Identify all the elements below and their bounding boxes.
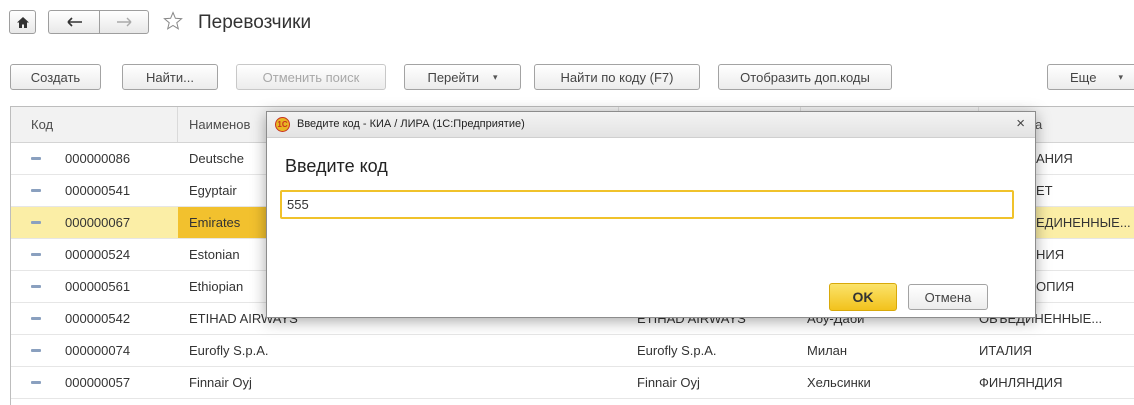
cell-country: ОПИЯ — [1036, 279, 1075, 294]
more-button[interactable]: Еще ▾ — [1047, 64, 1134, 90]
cell-code: 000000074 — [65, 343, 131, 358]
column-header-code[interactable]: Код — [11, 107, 178, 142]
cell-name: Finnair Oyj — [189, 375, 252, 390]
row-marker-icon — [31, 189, 41, 192]
row-marker-icon — [31, 317, 41, 320]
create-button[interactable]: Создать — [10, 64, 101, 90]
favorite-star-icon[interactable] — [163, 11, 183, 31]
arrow-right-icon — [117, 17, 132, 27]
cancel-search-button[interactable]: Отменить поиск — [236, 64, 386, 90]
ok-button[interactable]: OK — [829, 283, 897, 311]
close-icon[interactable]: × — [1016, 115, 1025, 132]
goto-label: Перейти — [427, 69, 479, 85]
show-codes-button[interactable]: Отобразить доп.коды — [718, 64, 892, 90]
table-row[interactable]: 000000057 Finnair Oyj Finnair Oyj Хельси… — [11, 367, 1134, 399]
find-by-code-button[interactable]: Найти по коду (F7) — [534, 64, 700, 90]
table-row[interactable]: 000000074 Eurofly S.p.A. Eurofly S.p.A. … — [11, 335, 1134, 367]
cell-country: ЕТ — [1036, 183, 1053, 198]
code-input[interactable] — [280, 190, 1014, 219]
enter-code-dialog[interactable]: 1С Введите код - КИА / ЛИРА (1С:Предприя… — [266, 111, 1036, 318]
cell-country: ЕДИНЕННЫЕ... — [1036, 215, 1131, 230]
home-icon — [16, 16, 29, 28]
cell-code: 000000524 — [65, 247, 131, 262]
row-marker-icon — [31, 253, 41, 256]
goto-button[interactable]: Перейти ▾ — [404, 64, 521, 90]
cell-code: 000000542 — [65, 311, 131, 326]
cancel-button[interactable]: Отмена — [908, 284, 988, 310]
find-button[interactable]: Найти... — [122, 64, 218, 90]
cell-full-name: Eurofly S.p.A. — [637, 343, 717, 358]
home-button[interactable] — [9, 10, 36, 34]
cell-code: 000000086 — [65, 151, 131, 166]
cell-name: Egyptair — [189, 183, 237, 198]
row-marker-icon — [31, 221, 41, 224]
row-marker-icon — [31, 157, 41, 160]
cell-code: 000000067 — [65, 215, 131, 230]
cell-country: АНИЯ — [1036, 151, 1073, 166]
cell-country: НИЯ — [1036, 247, 1065, 262]
row-marker-icon — [31, 349, 41, 352]
arrow-left-icon — [66, 17, 82, 27]
dialog-window-title: Введите код - КИА / ЛИРА (1С:Предприятие… — [297, 118, 525, 130]
cell-name: Estonian — [189, 247, 240, 262]
cell-name: Deutsche — [189, 151, 244, 166]
cell-code: 000000541 — [65, 183, 131, 198]
cell-country: ИТАЛИЯ — [979, 343, 1033, 358]
row-marker-icon — [31, 285, 41, 288]
app-logo-icon: 1С — [275, 117, 290, 132]
more-label: Еще — [1070, 69, 1097, 85]
dialog-titlebar[interactable]: 1С Введите код - КИА / ЛИРА (1С:Предприя… — [267, 112, 1035, 138]
page-title: Перевозчики — [198, 12, 312, 33]
cell-name: Eurofly S.p.A. — [189, 343, 269, 358]
forward-button[interactable] — [99, 10, 149, 34]
row-marker-icon — [31, 381, 41, 384]
cell-code: 000000057 — [65, 375, 131, 390]
cell-code: 000000561 — [65, 279, 131, 294]
back-button[interactable] — [48, 10, 100, 34]
cell-full-name: Finnair Oyj — [637, 375, 700, 390]
cell-city: Милан — [807, 343, 848, 358]
chevron-down-icon: ▾ — [1118, 71, 1123, 82]
cell-name: Ethiopian — [189, 279, 244, 294]
cell-country: ФИНЛЯНДИЯ — [979, 375, 1063, 390]
cell-city: Хельсинки — [807, 375, 871, 390]
chevron-down-icon: ▾ — [492, 71, 498, 82]
dialog-heading: Введите код — [285, 156, 388, 176]
